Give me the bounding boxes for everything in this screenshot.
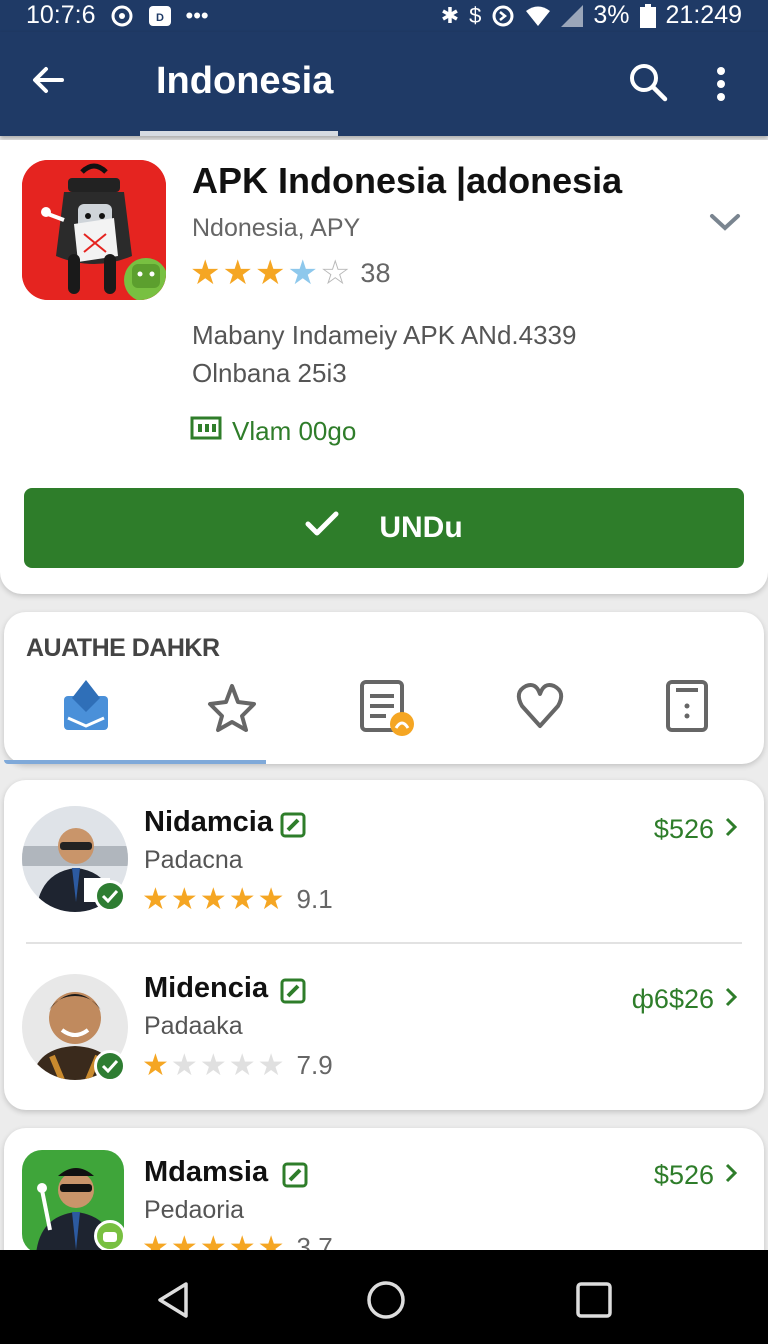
alarm-icon [491,4,515,28]
item-price[interactable]: ф6$26 [632,984,738,1015]
chevron-right-icon [724,984,738,1015]
app-title: APK Indonesia |adonesia [192,160,623,201]
document-icon[interactable] [662,678,714,734]
edit-badge-icon [280,978,306,1004]
star-icon: ★ [170,882,198,916]
item-price[interactable]: $526 [654,1160,738,1191]
wifi-icon [525,5,551,27]
notes-icon[interactable] [358,678,414,736]
item-rating: ★ ★ ★ ★ ★ 7.9 [142,1050,333,1081]
star-empty-icon: ★ [257,1048,285,1082]
battery-icon [639,3,656,28]
list-item[interactable]: Midencia Padaaka ★ ★ ★ ★ ★ 7.9 ф6$26 [4,946,764,1106]
item-name: Midencia [144,972,269,1004]
heart-icon[interactable] [514,678,566,734]
verified-icon [94,1050,126,1082]
sync-icon [110,4,134,28]
install-button[interactable]: UNDu [24,488,744,568]
rating-count: 38 [360,257,391,288]
star-empty-icon: ★ [228,1048,256,1082]
price-label: $526 [653,1160,714,1190]
nav-home-icon[interactable] [366,1280,406,1320]
system-nav-bar [0,1250,768,1344]
page-title: Indonesia [156,60,334,102]
search-icon[interactable] [628,62,668,102]
developer-list: Nidamcia Padacna ★ ★ ★ ★ ★ 9.1 $526 Mide… [4,780,764,1110]
app-rating: ★ ★ ★ ★ ☆ 38 [190,256,390,290]
item-price[interactable]: $526 [654,814,738,845]
more-vert-icon[interactable] [706,64,736,104]
status-bar: 10:7:6 D ••• ✱ $ 3% 21:249 [0,0,768,32]
check-icon [305,510,339,546]
expand-chevron-icon[interactable] [708,210,742,234]
item-subtitle: Padacna [144,846,243,874]
vibrate-icon: $ [469,2,482,28]
chevron-right-icon [724,1160,738,1191]
star-empty-icon: ★ [199,1048,227,1082]
star-icon: ★ [199,882,227,916]
item-name: Mdamsia [144,1156,269,1188]
app-description: Mabany Indameiy APK ANd.4339 [192,320,577,350]
back-arrow-icon[interactable] [28,60,68,100]
star-icon: ★ [190,254,221,292]
calendar-icon [190,416,222,447]
edit-badge-icon [280,812,306,838]
rating-value: 7.9 [296,1050,333,1080]
status-time: 10:7:6 [26,1,96,29]
svg-text:D: D [156,12,164,24]
item-subtitle: Pedaoria [144,1196,245,1224]
rating-value: 9.1 [296,884,333,914]
status-clock: 21:249 [665,1,742,29]
notification-icon: D [148,5,172,27]
star-icon: ★ [222,254,253,292]
star-half-icon: ★ [287,254,318,292]
app-meta: Vlam 00go [190,416,356,447]
edit-badge-icon [282,1162,308,1188]
app-detail-card: APK Indonesia |adonesia Ndonesia, APY ★ … [0,140,768,594]
download-icon[interactable] [60,678,112,734]
item-name: Nidamcia [144,806,273,838]
verified-icon [94,880,126,912]
actions-card: AUATHE DAHKR [4,612,764,764]
more-notifications-icon: ••• [185,2,209,28]
section-label: AUATHE DAHKR [26,634,220,662]
item-subtitle: Padaaka [144,1012,243,1040]
app-developer[interactable]: Ndonesia, APY [192,214,360,243]
signal-icon [561,4,584,27]
active-tab-indicator [140,131,338,136]
star-icon: ★ [142,882,169,916]
app-icon[interactable] [22,160,166,300]
price-label: ф6$26 [631,984,714,1014]
list-item[interactable]: Nidamcia Padacna ★ ★ ★ ★ ★ 9.1 $526 [4,780,764,944]
chevron-right-icon [724,814,738,845]
app-description-secondary: Olnbana 25i3 [192,358,347,388]
star-icon: ★ [228,882,256,916]
price-label: $526 [653,814,714,844]
app-bar: Indonesia [0,32,768,136]
nav-recents-icon[interactable] [574,1280,614,1320]
bluetooth-icon: ✱ [440,2,460,28]
star-icon: ★ [142,1048,169,1082]
nav-back-icon[interactable] [154,1280,194,1320]
star-icon: ★ [254,254,286,292]
tab-selected-indicator [4,760,266,764]
meta-label: Vlam 00go [232,416,357,446]
star-icon: ★ [257,882,285,916]
install-label: UNDu [379,511,463,544]
battery-percent: 3% [593,1,630,29]
item-rating: ★ ★ ★ ★ ★ 9.1 [142,884,333,915]
divider [26,942,742,944]
star-empty-icon: ☆ [319,254,351,292]
star-outline-icon[interactable] [206,678,258,734]
android-badge-icon [94,1220,126,1252]
star-empty-icon: ★ [170,1048,198,1082]
